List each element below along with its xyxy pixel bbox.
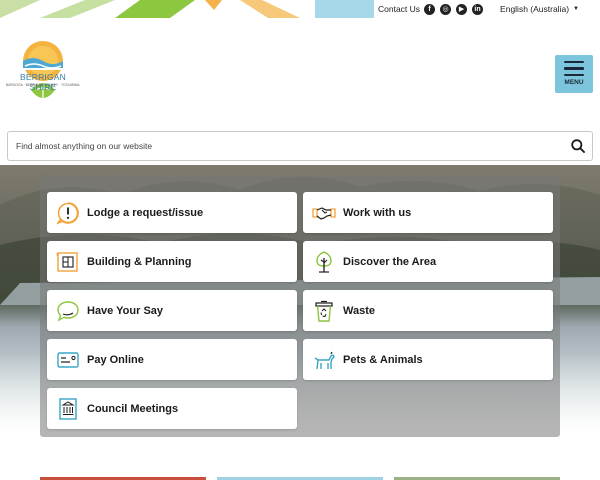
language-selector[interactable]: English (Australia) ▼ bbox=[500, 4, 579, 14]
menu-label: MENU bbox=[564, 78, 584, 86]
tile-label: Have Your Say bbox=[87, 304, 164, 317]
recycle-bin-icon bbox=[312, 299, 336, 323]
instagram-icon[interactable]: ◎ bbox=[440, 3, 452, 15]
tile-pets-animals[interactable]: Pets & Animals bbox=[303, 339, 553, 380]
tile-label: Discover the Area bbox=[343, 255, 437, 268]
search-icon[interactable] bbox=[564, 139, 592, 153]
dog-icon bbox=[312, 348, 336, 372]
tile-label: Pay Online bbox=[87, 353, 144, 366]
alert-icon bbox=[56, 201, 80, 225]
chat-icon bbox=[56, 299, 80, 323]
payment-card-icon bbox=[56, 348, 80, 372]
council-building-icon bbox=[56, 397, 80, 421]
tree-icon bbox=[312, 250, 336, 274]
contact-us-link[interactable]: Contact Us bbox=[378, 4, 420, 14]
tile-label: Waste bbox=[343, 304, 375, 317]
tile-label: Lodge a request/issue bbox=[87, 206, 204, 219]
hamburger-icon-bar bbox=[564, 73, 584, 76]
hamburger-icon-bar bbox=[564, 67, 584, 70]
handshake-icon bbox=[312, 201, 336, 225]
tile-lodge-request[interactable]: Lodge a request/issue bbox=[47, 192, 297, 233]
site-search bbox=[7, 131, 593, 161]
caret-down-icon: ▼ bbox=[573, 6, 579, 12]
tile-discover-area[interactable]: Discover the Area bbox=[303, 241, 553, 282]
decorative-banner-strip bbox=[0, 0, 375, 18]
tile-label: Work with us bbox=[343, 206, 412, 219]
tile-pay-online[interactable]: Pay Online bbox=[47, 339, 297, 380]
tile-label: Council Meetings bbox=[87, 402, 179, 415]
tile-have-your-say[interactable]: Have Your Say bbox=[47, 290, 297, 331]
facebook-icon[interactable]: f bbox=[424, 3, 436, 15]
site-logo[interactable]: BERRIGAN SHIRE BAROOGA · BERRIGAN · FINL… bbox=[6, 40, 80, 108]
linkedin-icon[interactable]: in bbox=[472, 3, 484, 15]
logo-towns: BAROOGA · BERRIGAN · FINLEY · TOCUMWAL bbox=[6, 83, 81, 87]
blueprint-icon bbox=[56, 250, 80, 274]
search-input[interactable] bbox=[8, 132, 564, 160]
utility-bar: Contact Us f ◎ ▶ in English (Australia) … bbox=[374, 0, 600, 18]
logo-wordmark: BERRIGAN SHIRE bbox=[20, 72, 66, 92]
tile-waste[interactable]: Waste bbox=[303, 290, 553, 331]
tile-label: Pets & Animals bbox=[343, 353, 423, 366]
tile-work-with-us[interactable]: Work with us bbox=[303, 192, 553, 233]
tile-council-meetings[interactable]: Council Meetings bbox=[47, 388, 297, 429]
tile-label: Building & Planning bbox=[87, 255, 192, 268]
youtube-icon[interactable]: ▶ bbox=[456, 3, 468, 15]
menu-button[interactable]: MENU bbox=[555, 55, 593, 93]
hamburger-icon bbox=[564, 61, 584, 64]
language-label: English (Australia) bbox=[500, 4, 570, 14]
tile-building-planning[interactable]: Building & Planning bbox=[47, 241, 297, 282]
